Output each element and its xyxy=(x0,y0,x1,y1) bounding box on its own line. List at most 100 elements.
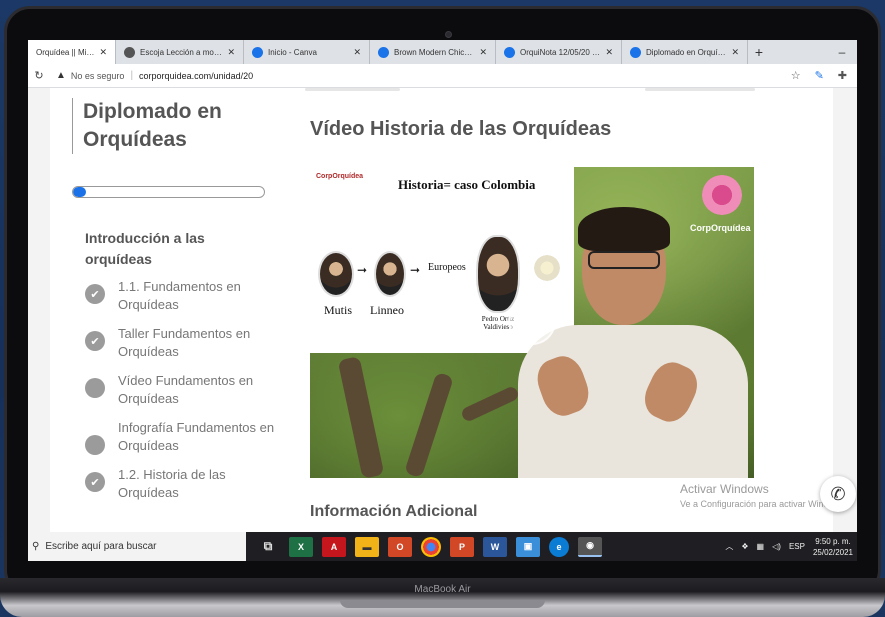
close-icon[interactable]: ✕ xyxy=(731,47,739,58)
puzzle-icon[interactable]: ✚ xyxy=(838,69,847,82)
tab-label: Inicio - Canva xyxy=(268,47,317,57)
close-icon[interactable]: ✕ xyxy=(479,47,487,58)
lesson-item[interactable]: ✔ 1.1. Fundamentos en Orquídeas xyxy=(85,278,275,314)
tab-label: Orquídea || Mi aca xyxy=(36,47,94,57)
network-icon[interactable]: ▦ xyxy=(757,542,765,551)
address-actions: ☆ ✎ ✚ xyxy=(791,69,857,82)
reload-icon[interactable]: ↻ xyxy=(28,69,50,82)
tab-bar: Orquídea || Mi aca ✕ Escoja Lección a mo… xyxy=(28,40,857,64)
taskbar-apps: ⧉ X A ▬ O P W ▣ e ◉ xyxy=(256,536,602,557)
camera xyxy=(445,31,452,38)
close-icon[interactable]: ✕ xyxy=(353,47,361,58)
extension-icon[interactable]: ✎ xyxy=(815,69,824,82)
volume-icon[interactable]: ◁) xyxy=(772,542,781,551)
lesson-label: Taller Fundamentos en Orquídeas xyxy=(118,326,251,359)
empty-circle-icon xyxy=(85,378,105,398)
chrome-tab-icon xyxy=(630,46,641,58)
course-progress-bar xyxy=(72,186,265,198)
language-indicator[interactable]: ESP xyxy=(789,542,805,551)
taskbar: ⚲ Escribe aquí para buscar ⧉ X A ▬ O P W… xyxy=(28,532,857,561)
chevron-up-icon[interactable]: ︿ xyxy=(725,541,733,552)
top-divider xyxy=(645,88,755,91)
clock-date: 25/02/2021 xyxy=(812,547,853,557)
presenter-hair xyxy=(578,207,670,251)
slide-title: Historia= caso Colombia xyxy=(398,177,536,192)
tab-label: Diplomado en Orquíde xyxy=(646,47,727,57)
close-icon[interactable]: ✕ xyxy=(99,47,107,58)
dropbox-icon[interactable]: ❖ xyxy=(741,542,748,551)
security-status[interactable]: No es seguro xyxy=(71,71,125,81)
video-player[interactable]: CorpOrquídea Historia= caso Colombia ➞ ➞… xyxy=(310,167,754,478)
tab-escoja-leccion[interactable]: Escoja Lección a modifi ✕ xyxy=(116,40,244,64)
lesson-item[interactable]: Infografía Fundamentos en Orquídeas xyxy=(85,419,275,455)
tab-orquidea[interactable]: Orquídea || Mi aca ✕ xyxy=(28,40,116,64)
slide-name-mutis: Mutis xyxy=(324,303,353,317)
play-button[interactable] xyxy=(508,297,556,345)
check-icon: ✔ xyxy=(85,331,105,351)
word-icon[interactable]: W xyxy=(483,536,507,557)
warning-icon[interactable]: ▲ xyxy=(56,70,66,81)
office-icon[interactable]: O xyxy=(388,536,412,557)
section-title[interactable]: Introducción a las orquídeas xyxy=(85,228,255,270)
chrome-tab-icon xyxy=(504,46,515,58)
slide-brand: CorpOrquídea xyxy=(316,173,364,180)
top-divider xyxy=(305,88,400,91)
acrobat-icon[interactable]: A xyxy=(322,536,346,557)
screen: Orquídea || Mi aca ✕ Escoja Lección a mo… xyxy=(28,40,857,561)
laptop-label: MacBook Air xyxy=(414,584,471,595)
tab-label: Escoja Lección a modifi xyxy=(140,47,223,57)
slide-name-linneo: Linneo xyxy=(370,303,404,317)
lesson-label: Infografía Fundamentos en Orquídeas xyxy=(118,420,275,453)
new-tab-button[interactable]: + xyxy=(748,44,770,60)
search-icon: ⚲ xyxy=(32,541,40,552)
chrome-icon[interactable] xyxy=(421,536,441,557)
file-explorer-icon[interactable]: ▬ xyxy=(355,536,379,557)
address-bar: ↻ ▲ No es seguro | corporquidea.com/unid… xyxy=(28,64,857,88)
page: Diplomado en Orquídeas Introducción a la… xyxy=(28,88,857,532)
info-title: Información Adicional xyxy=(310,503,478,520)
arrow-icon: ➞ xyxy=(357,263,368,277)
tab-brown-modern[interactable]: Brown Modern Chic Vir ✕ xyxy=(370,40,496,64)
lesson-item[interactable]: ✔ 1.2. Historia de las Orquídeas xyxy=(85,466,275,502)
tab-label: Brown Modern Chic Vir xyxy=(394,47,475,57)
empty-circle-icon xyxy=(85,435,105,455)
video-logo-text: CorpOrquídea xyxy=(690,223,751,233)
lesson-item[interactable]: Vídeo Fundamentos en Orquídeas xyxy=(85,372,275,408)
search-placeholder: Escribe aquí para buscar xyxy=(45,541,157,552)
minimize-button[interactable]: – xyxy=(827,45,857,59)
tab-orquinota[interactable]: OrquiNota 12/05/20 - F ✕ xyxy=(496,40,622,64)
chrome-active-icon[interactable]: ◉ xyxy=(578,536,602,557)
lesson-list: ✔ 1.1. Fundamentos en Orquídeas ✔ Taller… xyxy=(85,278,275,513)
photos-icon[interactable]: ▣ xyxy=(516,536,540,557)
portrait-mutis xyxy=(318,251,354,297)
arrow-icon: ➞ xyxy=(410,263,421,277)
orchid-logo-icon xyxy=(702,175,742,215)
close-icon[interactable]: ✕ xyxy=(227,47,235,58)
tab-label: OrquiNota 12/05/20 - F xyxy=(520,47,601,57)
course-title: Diplomado en Orquídeas xyxy=(72,98,262,154)
video-title: Vídeo Historia de las Orquídeas xyxy=(310,118,612,140)
star-icon[interactable]: ☆ xyxy=(791,69,801,82)
excel-icon[interactable]: X xyxy=(289,536,313,557)
whatsapp-button[interactable]: ✆ xyxy=(820,476,856,512)
chrome-tab-icon xyxy=(252,46,263,58)
whatsapp-icon: ✆ xyxy=(830,483,846,504)
close-icon[interactable]: ✕ xyxy=(605,47,613,58)
clock[interactable]: 9:50 p. m. 25/02/2021 xyxy=(813,536,853,558)
globe-icon xyxy=(124,46,135,58)
taskbar-search[interactable]: ⚲ Escribe aquí para buscar xyxy=(28,532,246,561)
edge-icon[interactable]: e xyxy=(549,536,569,557)
lesson-label: 1.2. Historia de las Orquídeas xyxy=(118,467,226,500)
laptop-notch xyxy=(340,600,545,608)
powerpoint-icon[interactable]: P xyxy=(450,536,474,557)
presenter-glasses xyxy=(588,251,660,269)
progress-fill xyxy=(73,187,87,197)
tab-diplomado[interactable]: Diplomado en Orquíde ✕ xyxy=(622,40,748,64)
portrait-linneo xyxy=(374,251,406,297)
task-view-icon[interactable]: ⧉ xyxy=(256,537,280,557)
tab-canva[interactable]: Inicio - Canva ✕ xyxy=(244,40,370,64)
check-icon: ✔ xyxy=(85,284,105,304)
lesson-item[interactable]: ✔ Taller Fundamentos en Orquídeas xyxy=(85,325,275,361)
url-field[interactable]: corporquidea.com/unidad/20 xyxy=(139,71,253,81)
address-separator: | xyxy=(130,70,134,81)
